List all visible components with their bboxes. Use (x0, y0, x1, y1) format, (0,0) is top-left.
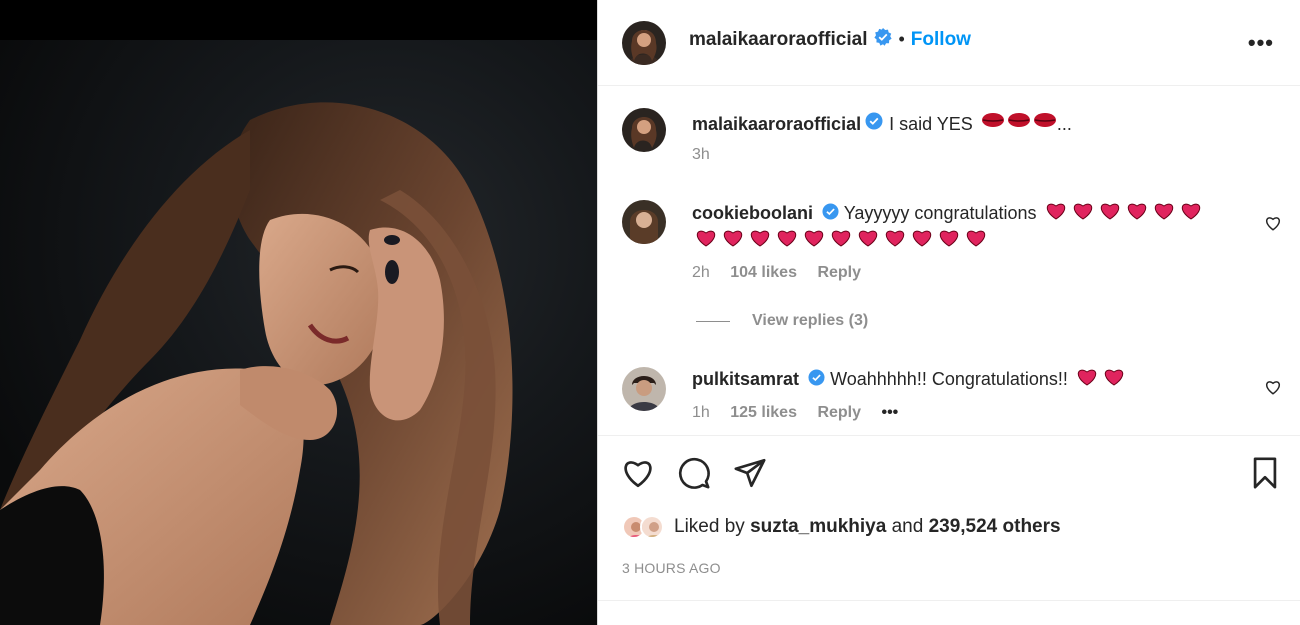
comment-more-icon[interactable]: ••• (881, 404, 898, 421)
comment-avatar[interactable] (622, 367, 666, 411)
comment-body: Yayyyyy congratulations (843, 203, 1037, 223)
liker-avatar[interactable] (640, 515, 664, 539)
view-replies-label: View replies (3) (752, 312, 869, 329)
comment-username[interactable]: pulkitsamrat (692, 369, 799, 389)
post-timestamp[interactable]: 3 HOURS AGO (622, 560, 721, 576)
follow-button[interactable]: Follow (911, 29, 971, 51)
header-username[interactable]: malaikaaroraofficial (689, 29, 867, 51)
heart-emoji-group (692, 228, 992, 257)
reply-button[interactable]: Reply (817, 404, 861, 421)
heart-emoji (1154, 203, 1173, 220)
comment-likes[interactable]: 125 likes (730, 404, 797, 421)
verified-icon (822, 201, 839, 227)
heart-emoji-group (1073, 367, 1127, 394)
comment-avatar[interactable] (622, 200, 666, 244)
caption-body: I said YES (889, 113, 973, 134)
share-icon[interactable] (733, 456, 767, 490)
heart-emoji (966, 230, 986, 247)
caption-username[interactable]: malaikaaroraofficial (692, 111, 861, 137)
comment-meta: 1h 125 likes Reply ••• (692, 404, 914, 422)
bookmark-icon[interactable] (1248, 456, 1282, 490)
post-header: malaikaaroraofficial • Follow ••• (598, 0, 1300, 86)
heart-emoji (831, 230, 851, 247)
caption-avatar[interactable] (622, 108, 666, 152)
view-replies-button[interactable]: View replies (3) (696, 312, 868, 330)
verified-icon (874, 28, 893, 51)
heart-emoji (750, 230, 770, 247)
heart-icon[interactable] (1264, 214, 1282, 232)
liker-avatars (622, 515, 664, 539)
heart-emoji (1104, 369, 1124, 386)
heart-emoji (777, 230, 797, 247)
comment-text: pulkitsamrat Woahhhhh!! Congratulations!… (692, 366, 1127, 394)
heart-emoji (858, 230, 878, 247)
liked-by-and: and (891, 516, 924, 537)
heart-emoji (1100, 203, 1119, 220)
replies-line (696, 320, 730, 322)
comment-text: cookieboolani Yayyyyy congratulations (692, 200, 1232, 257)
verified-icon (865, 111, 883, 137)
comment-meta: 2h 104 likes Reply (692, 264, 877, 282)
photo-top-band (0, 0, 597, 40)
heart-emoji (1046, 203, 1065, 220)
lips-emoji-group (981, 110, 1057, 137)
caption-time: 3h (692, 146, 710, 163)
heart-emoji (885, 230, 905, 247)
comment-time: 2h (692, 264, 710, 281)
like-heart-icon[interactable] (621, 456, 655, 490)
heart-emoji (912, 230, 932, 247)
liked-by-count[interactable]: 239,524 others (929, 516, 1061, 538)
comment-body: Woahhhhh!! Congratulations!! (830, 369, 1068, 389)
comments-section: malaikaaroraofficial I said YES ... 3h c… (598, 86, 1300, 436)
photo-stage (0, 40, 597, 625)
comment-input-divider (598, 600, 1300, 601)
heart-emoji (1077, 369, 1097, 386)
comment-time: 1h (692, 404, 710, 421)
liked-by-user[interactable]: suzta_mukhiya (750, 516, 886, 538)
caption-text: malaikaaroraofficial I said YES ... (692, 110, 1072, 137)
comment-icon[interactable] (677, 456, 711, 490)
post-photo[interactable] (0, 0, 597, 625)
separator-dot: • (898, 29, 905, 49)
liked-by-prefix: Liked by (674, 516, 745, 537)
heart-icon[interactable] (1264, 378, 1282, 396)
heart-emoji (723, 230, 743, 247)
more-icon[interactable]: ••• (1248, 30, 1274, 56)
heart-emoji (939, 230, 959, 247)
heart-emoji (696, 230, 716, 247)
comment-likes[interactable]: 104 likes (730, 264, 797, 281)
heart-emoji (804, 230, 824, 247)
action-bar (598, 450, 1300, 500)
author-avatar[interactable] (622, 21, 666, 65)
portrait-illustration (0, 102, 513, 625)
caption-ellipsis: ... (1056, 113, 1072, 134)
likes-summary: Liked by suzta_mukhiya and 239,524 other… (622, 515, 1061, 539)
verified-icon (808, 367, 825, 393)
reply-button[interactable]: Reply (817, 264, 861, 281)
heart-emoji (1073, 203, 1092, 220)
comment-username[interactable]: cookieboolani (692, 203, 813, 223)
post-side-panel: malaikaaroraofficial • Follow ••• malaik… (597, 0, 1300, 625)
heart-emoji-group (1042, 201, 1202, 228)
heart-emoji (1127, 203, 1146, 220)
heart-emoji (1181, 203, 1200, 220)
caption-meta: 3h (692, 146, 726, 164)
